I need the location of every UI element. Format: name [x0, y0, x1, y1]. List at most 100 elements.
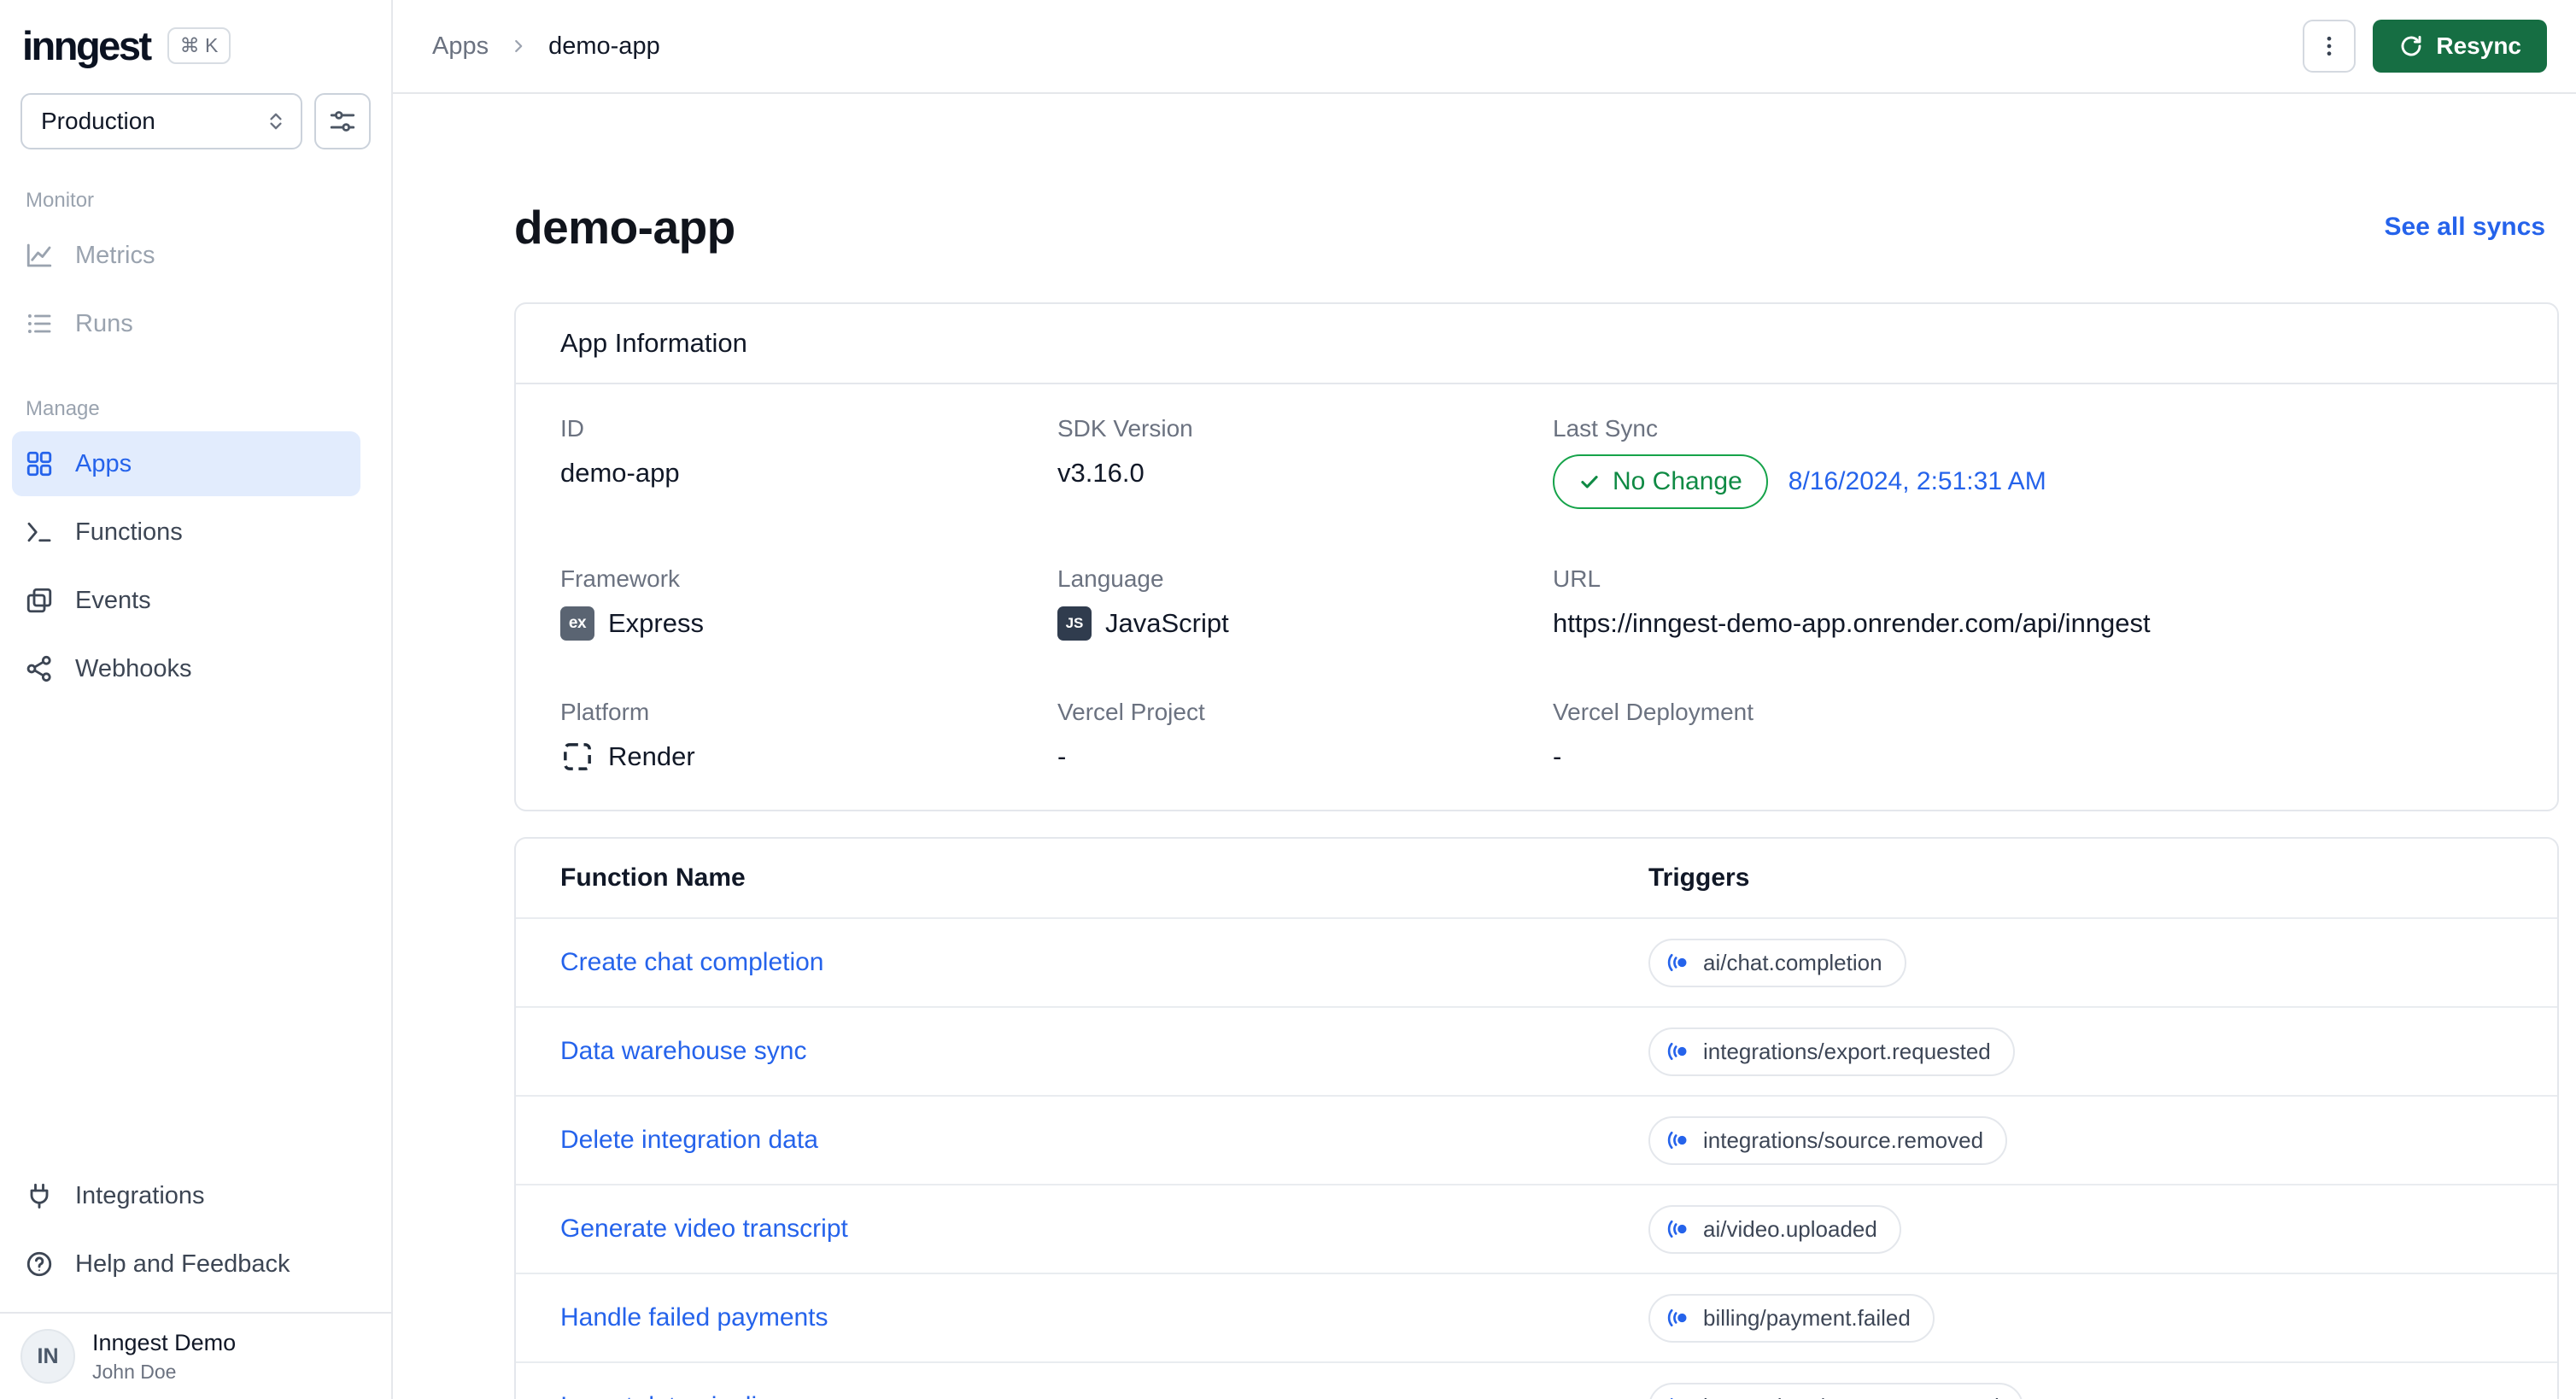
- event-trigger-icon: [1666, 1305, 1691, 1331]
- sidebar: inngest ⌘ K Production Monitor Metrics R…: [0, 0, 393, 1399]
- field-value: Express: [608, 608, 704, 638]
- resync-label: Resync: [2436, 32, 2521, 59]
- breadcrumb-current: demo-app: [548, 32, 660, 60]
- function-link[interactable]: Import data pipeline: [560, 1392, 786, 1399]
- app-information-title: App Information: [516, 304, 2557, 384]
- trigger-badge-label: billing/payment.failed: [1703, 1304, 1911, 1331]
- user-info: Inngest Demo John Doe: [92, 1330, 236, 1384]
- user-name: Inngest Demo: [92, 1329, 237, 1355]
- logo-row: inngest ⌘ K: [0, 0, 391, 76]
- chevron-right-icon: [509, 37, 528, 56]
- trigger-badge-label: integrations/export.requested: [1703, 1038, 1991, 1064]
- sidebar-item-label: Metrics: [75, 241, 155, 269]
- trigger-badge: ai/chat.completion: [1648, 938, 1906, 987]
- sidebar-item-label: Events: [75, 586, 151, 614]
- sidebar-item-label: Functions: [75, 518, 183, 546]
- environment-label: Production: [41, 108, 155, 134]
- app-information-grid: ID demo-app SDK Version v3.16.0 Last Syn…: [516, 384, 2557, 810]
- field-label: Vercel Deployment: [1553, 699, 1754, 725]
- title-row: demo-app See all syncs: [514, 200, 2559, 255]
- sidebar-item-label: Integrations: [75, 1181, 205, 1209]
- trigger-badge-label: ai/video.uploaded: [1703, 1215, 1877, 1242]
- javascript-icon: JS: [1057, 606, 1092, 641]
- sidebar-item-integrations[interactable]: Integrations: [0, 1162, 391, 1230]
- function-link[interactable]: Delete integration data: [560, 1126, 818, 1155]
- sidebar-item-functions[interactable]: Functions: [0, 498, 391, 566]
- sidebar-item-runs[interactable]: Runs: [0, 290, 391, 358]
- field-vercel-deployment: Vercel Deployment -: [1553, 699, 2513, 776]
- app-root: inngest ⌘ K Production Monitor Metrics R…: [0, 0, 2576, 1399]
- sidebar-item-events[interactable]: Events: [0, 566, 391, 635]
- trigger-badge: billing/payment.failed: [1648, 1293, 1935, 1343]
- field-sdk-version: SDK Version v3.16.0: [1057, 415, 1553, 509]
- field-value: JavaScript: [1105, 608, 1229, 638]
- environment-selector[interactable]: Production: [20, 93, 302, 149]
- event-trigger-icon: [1666, 1216, 1691, 1242]
- function-link[interactable]: Data warehouse sync: [560, 1037, 807, 1066]
- trigger-badge-label: integrations/source.removed: [1703, 1127, 1984, 1153]
- breadcrumb: Apps demo-app: [432, 32, 660, 61]
- app-information-card: App Information ID demo-app SDK Version …: [514, 302, 2559, 811]
- check-icon: [1578, 471, 1601, 493]
- field-label: Framework: [560, 565, 681, 592]
- trigger-badge-label: integrations/source.connected: [1703, 1394, 1999, 1399]
- field-value: Render: [608, 741, 695, 771]
- table-row: Handle failed payments billing/payment.f…: [516, 1273, 2557, 1361]
- field-framework: Framework ex Express: [560, 565, 1057, 642]
- apps-icon: [24, 448, 55, 479]
- help-icon: [24, 1249, 55, 1279]
- sidebar-item-webhooks[interactable]: Webhooks: [0, 635, 391, 703]
- resync-button[interactable]: Resync: [2373, 20, 2547, 73]
- event-trigger-icon: [1666, 1039, 1691, 1064]
- functions-table-card: Function Name Triggers Create chat compl…: [514, 837, 2559, 1399]
- field-label: Platform: [560, 699, 650, 725]
- field-platform: Platform Render: [560, 699, 1057, 776]
- function-link[interactable]: Handle failed payments: [560, 1303, 828, 1332]
- topbar-actions: Resync: [2303, 20, 2547, 73]
- inngest-logo[interactable]: inngest: [22, 22, 152, 69]
- sliders-icon: [328, 107, 357, 136]
- sidebar-item-label: Apps: [75, 449, 132, 477]
- section-manage-label: Manage: [26, 397, 100, 420]
- field-value: demo-app: [560, 458, 680, 488]
- table-row: Generate video transcript ai/video.uploa…: [516, 1184, 2557, 1273]
- kebab-icon: [2316, 33, 2342, 59]
- events-icon: [24, 585, 55, 616]
- trigger-badge: ai/video.uploaded: [1648, 1204, 1901, 1254]
- function-link[interactable]: Create chat completion: [560, 948, 824, 977]
- breadcrumb-apps[interactable]: Apps: [432, 32, 489, 61]
- field-label: URL: [1553, 565, 1601, 592]
- last-sync-timestamp[interactable]: 8/16/2024, 2:51:31 AM: [1789, 465, 2046, 499]
- sync-icon: [2398, 33, 2424, 59]
- table-row: Import data pipeline integrations/source…: [516, 1361, 2557, 1399]
- user-menu[interactable]: IN Inngest Demo John Doe: [0, 1312, 391, 1399]
- function-link[interactable]: Generate video transcript: [560, 1215, 848, 1244]
- field-label: Vercel Project: [1057, 699, 1205, 725]
- field-id: ID demo-app: [560, 415, 1057, 509]
- sidebar-item-metrics[interactable]: Metrics: [0, 221, 391, 290]
- field-label: ID: [560, 415, 584, 442]
- sidebar-item-help-and-feedback[interactable]: Help and Feedback: [0, 1230, 391, 1298]
- environment-settings-button[interactable]: [314, 93, 371, 149]
- event-trigger-icon: [1666, 1394, 1691, 1399]
- sidebar-item-label: Help and Feedback: [75, 1250, 290, 1278]
- runs-icon: [24, 308, 55, 339]
- column-function-name: Function Name: [560, 863, 746, 892]
- main-area: Apps demo-app Resync demo-app See all sy…: [393, 0, 2576, 1399]
- sidebar-item-apps[interactable]: Apps: [12, 431, 360, 496]
- field-label: SDK Version: [1057, 415, 1193, 442]
- kebab-menu-button[interactable]: [2303, 20, 2356, 73]
- field-language: Language JS JavaScript: [1057, 565, 1553, 642]
- status-badge-label: No Change: [1613, 467, 1742, 495]
- avatar: IN: [20, 1329, 75, 1384]
- page-content: demo-app See all syncs App Information I…: [393, 94, 2576, 1399]
- see-all-syncs-link[interactable]: See all syncs: [2385, 213, 2545, 242]
- topbar: Apps demo-app Resync: [393, 0, 2576, 94]
- express-icon: ex: [560, 606, 594, 641]
- field-value: -: [1057, 741, 1067, 771]
- user-subname: John Doe: [92, 1360, 177, 1383]
- trigger-badge: integrations/source.removed: [1648, 1115, 2008, 1165]
- render-icon: [560, 740, 594, 774]
- webhooks-icon: [24, 653, 55, 684]
- event-trigger-icon: [1666, 1127, 1691, 1153]
